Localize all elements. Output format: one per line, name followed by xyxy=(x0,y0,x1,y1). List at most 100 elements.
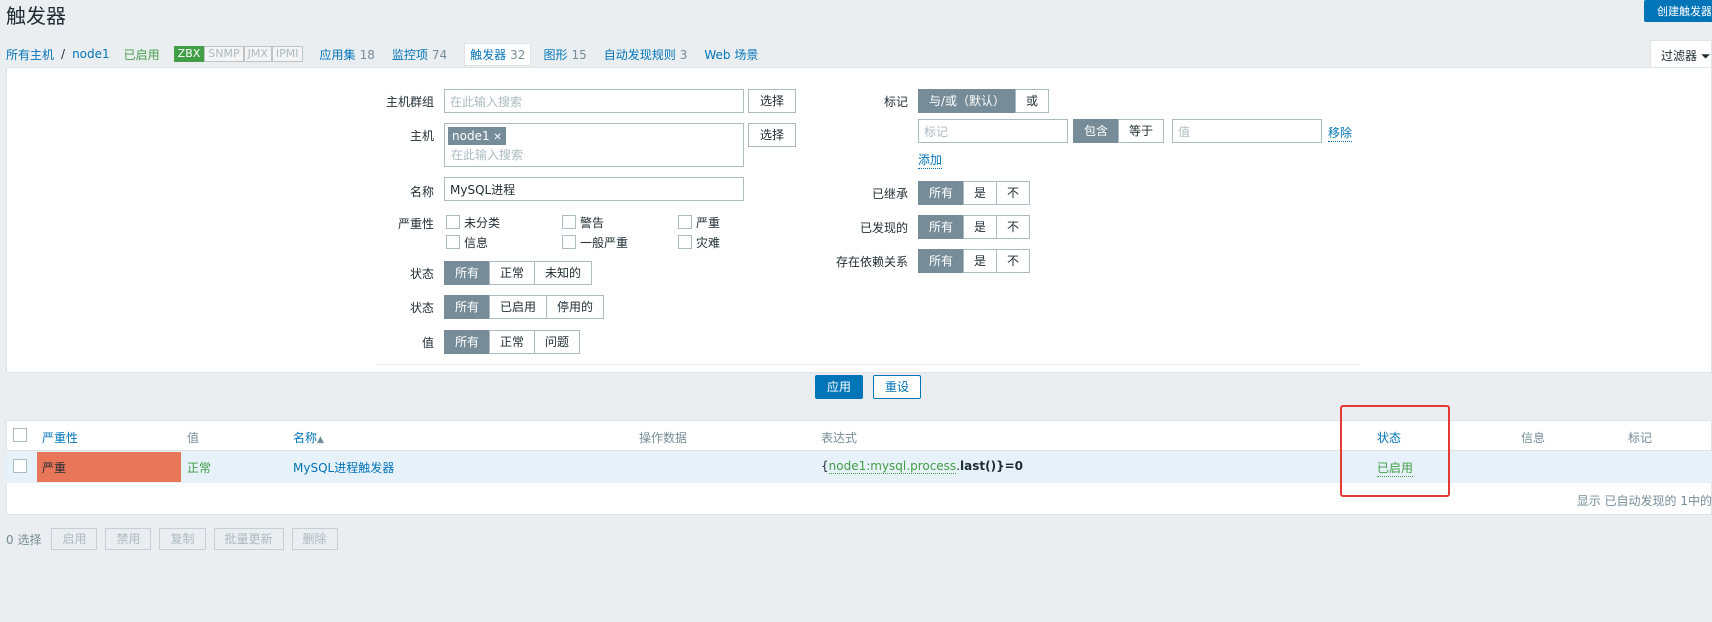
severity-high[interactable]: 严重 xyxy=(678,214,720,231)
state-normal[interactable]: 正常 xyxy=(489,261,536,285)
inherited-no[interactable]: 不 xyxy=(996,181,1031,205)
severity-not-classified[interactable]: 未分类 xyxy=(446,214,500,231)
col-tags: 标记 xyxy=(1628,431,1653,445)
severity-label: 严重性 xyxy=(397,217,434,231)
discovered-no[interactable]: 不 xyxy=(996,215,1031,239)
status-all[interactable]: 所有 xyxy=(444,295,491,319)
severity-warning[interactable]: 警告 xyxy=(562,214,604,231)
dependencies-segmented: 所有 是 不 xyxy=(918,249,1031,273)
host-search-placeholder: 在此输入搜索 xyxy=(451,148,524,162)
tag-op-contains[interactable]: 包含 xyxy=(1073,119,1120,143)
severity-average[interactable]: 一般严重 xyxy=(562,234,628,251)
snmp-badge: SNMP xyxy=(204,46,244,62)
tags-eval-segmented: 与/或（默认） 或 xyxy=(918,89,1050,113)
severity-disaster[interactable]: 灾难 xyxy=(678,234,720,251)
nav-graphs[interactable]: 图形 15 xyxy=(543,46,586,63)
discovered-yes[interactable]: 是 xyxy=(963,215,998,239)
enable-button[interactable]: 启用 xyxy=(51,528,98,550)
host-chip: node1 ✕ xyxy=(448,127,506,145)
severity-information[interactable]: 信息 xyxy=(446,234,488,251)
checkbox[interactable] xyxy=(678,215,692,229)
state-label: 状态 xyxy=(409,267,434,281)
nav-applications[interactable]: 应用集 18 xyxy=(320,46,375,63)
row-name-link[interactable]: MySQL进程触发器 xyxy=(293,459,394,476)
tag-op-equals[interactable]: 等于 xyxy=(1118,119,1165,143)
expression-item-link[interactable]: node1:mysql.process xyxy=(828,459,957,474)
table-footer-summary: 显示 已自动发现的 1中的 xyxy=(1576,494,1712,508)
tag-operator-segmented: 包含 等于 xyxy=(1073,119,1165,143)
col-severity[interactable]: 严重性 xyxy=(42,429,78,446)
tag-remove-link[interactable]: 移除 xyxy=(1328,124,1353,142)
filter-tab[interactable]: 过滤器 ⏷ xyxy=(1650,40,1712,68)
col-name[interactable]: 名称▲ xyxy=(293,429,324,446)
mass-update-button[interactable]: 批量更新 xyxy=(213,528,284,550)
dependencies-no[interactable]: 不 xyxy=(996,249,1031,273)
create-trigger-button[interactable]: 创建触发器 xyxy=(1644,0,1712,22)
nav-triggers[interactable]: 触发器 32 xyxy=(464,42,532,66)
reset-button[interactable]: 重设 xyxy=(873,375,921,399)
select-all-checkbox[interactable] xyxy=(13,428,27,442)
checkbox[interactable] xyxy=(562,235,576,249)
discovered-label: 已发现的 xyxy=(859,221,908,235)
value-label: 值 xyxy=(421,336,434,350)
host-group-input[interactable]: 在此输入搜索 xyxy=(444,89,744,113)
host-group-label: 主机群组 xyxy=(385,95,434,109)
status-enabled[interactable]: 已启用 xyxy=(489,295,548,319)
host-group-select-button[interactable]: 选择 xyxy=(748,89,796,113)
state-unknown[interactable]: 未知的 xyxy=(534,261,593,285)
tag-name-input[interactable]: 标记 xyxy=(918,119,1068,143)
selected-count: 0 选择 xyxy=(6,532,42,547)
tags-eval-and-or[interactable]: 与/或（默认） xyxy=(918,89,1017,113)
nav-web-scenarios[interactable]: Web 场景 xyxy=(704,46,758,63)
checkbox[interactable] xyxy=(446,215,460,229)
dependencies-all[interactable]: 所有 xyxy=(918,249,965,273)
breadcrumb-separator: / xyxy=(61,47,66,61)
name-input[interactable]: MySQL进程 xyxy=(444,177,744,201)
checkbox[interactable] xyxy=(446,235,460,249)
host-navigation: 所有主机 / node1 已启用 ZBX SNMP JMX IPMI 应用集 18… xyxy=(6,42,775,66)
status-disabled[interactable]: 停用的 xyxy=(546,295,605,319)
close-icon[interactable]: ✕ xyxy=(493,132,501,143)
value-all[interactable]: 所有 xyxy=(444,330,491,354)
state-all[interactable]: 所有 xyxy=(444,261,491,285)
row-checkbox[interactable] xyxy=(13,459,27,473)
host-multiselect[interactable]: node1 ✕ 在此输入搜索 xyxy=(444,123,744,167)
status-segmented: 所有 已启用 停用的 xyxy=(444,295,605,319)
state-segmented: 所有 正常 未知的 xyxy=(444,261,593,285)
col-expression: 表达式 xyxy=(821,431,858,445)
tags-eval-or[interactable]: 或 xyxy=(1015,89,1050,113)
delete-button[interactable]: 删除 xyxy=(291,528,338,550)
name-label: 名称 xyxy=(409,185,434,199)
value-problem[interactable]: 问题 xyxy=(534,330,581,354)
tag-add-link[interactable]: 添加 xyxy=(918,151,943,169)
all-hosts-link[interactable]: 所有主机 xyxy=(6,46,54,63)
row-severity: 严重 xyxy=(37,452,181,482)
sort-asc-icon: ▲ xyxy=(317,435,324,445)
host-label: 主机 xyxy=(409,129,434,143)
nav-discovery-rules[interactable]: 自动发现规则 3 xyxy=(604,46,688,63)
host-status-enabled[interactable]: 已启用 xyxy=(124,46,160,63)
checkbox[interactable] xyxy=(562,215,576,229)
inherited-label: 已继承 xyxy=(871,187,908,201)
disable-button[interactable]: 禁用 xyxy=(105,528,152,550)
discovered-all[interactable]: 所有 xyxy=(918,215,965,239)
status-label: 状态 xyxy=(409,301,434,315)
host-link[interactable]: node1 xyxy=(72,47,110,61)
inherited-yes[interactable]: 是 xyxy=(963,181,998,205)
value-segmented: 所有 正常 问题 xyxy=(444,330,581,354)
mass-actions: 0 选择 启用 禁用 复制 批量更新 删除 xyxy=(6,528,346,550)
host-select-button[interactable]: 选择 xyxy=(748,123,796,147)
checkbox[interactable] xyxy=(678,235,692,249)
inherited-all[interactable]: 所有 xyxy=(918,181,965,205)
dependencies-yes[interactable]: 是 xyxy=(963,249,998,273)
discovered-segmented: 所有 是 不 xyxy=(918,215,1031,239)
row-expression: {node1:mysql.process.last()}=0 xyxy=(821,459,1024,474)
apply-button[interactable]: 应用 xyxy=(815,375,863,399)
value-ok[interactable]: 正常 xyxy=(489,330,536,354)
tag-value-input[interactable]: 值 xyxy=(1172,119,1322,143)
jmx-badge: JMX xyxy=(243,46,272,62)
col-value: 值 xyxy=(187,431,200,445)
copy-button[interactable]: 复制 xyxy=(159,528,206,550)
nav-items[interactable]: 监控项 74 xyxy=(392,46,447,63)
col-info: 信息 xyxy=(1521,431,1546,445)
